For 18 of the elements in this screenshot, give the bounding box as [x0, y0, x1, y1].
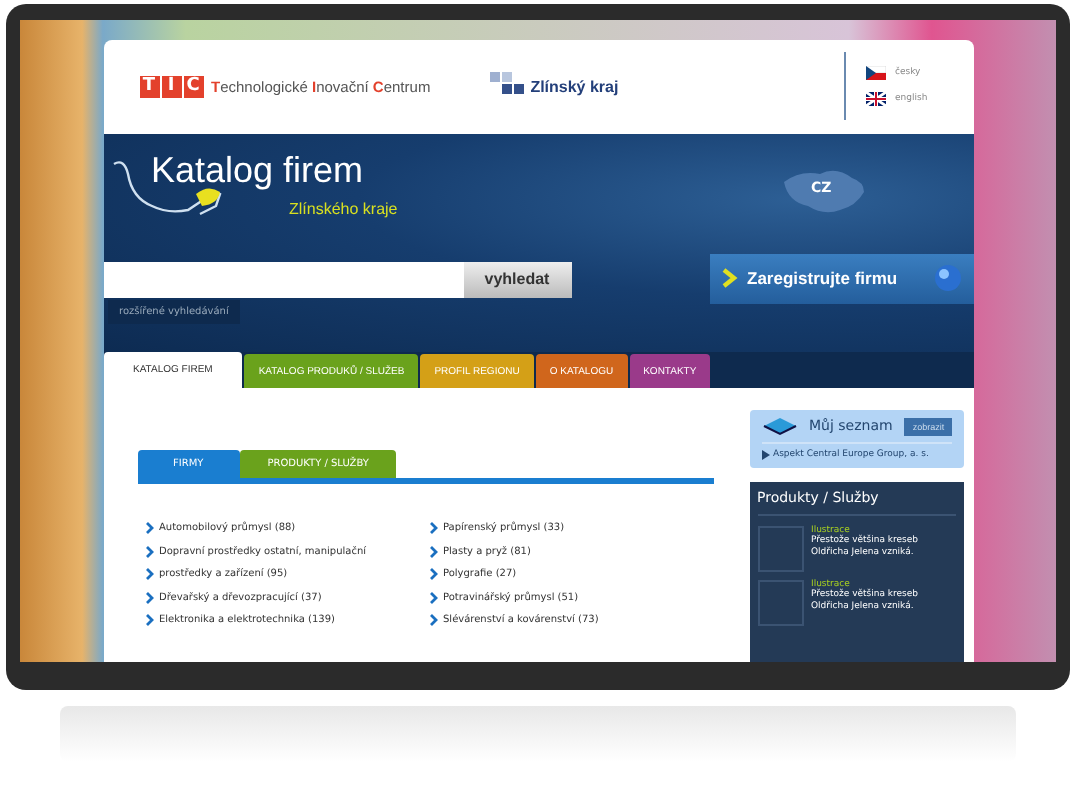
globe-icon	[933, 264, 961, 293]
logo-letter: T	[139, 75, 159, 98]
thumbnail-placeholder	[757, 580, 803, 626]
logo-letter: I	[161, 75, 181, 98]
banner-subtitle: Zlínského kraje	[289, 199, 398, 218]
search-field[interactable]	[103, 261, 463, 298]
flag-icon	[865, 92, 885, 107]
triangle-icon	[761, 450, 769, 460]
search-button[interactable]: vyhledat	[463, 261, 571, 298]
banner-title: Katalog firem	[151, 149, 364, 192]
region-name: Zlínský kraj	[530, 77, 619, 96]
chevron-icon	[721, 268, 737, 289]
country-map-drawing	[779, 165, 867, 218]
flag-icon	[865, 66, 885, 81]
book-icon	[761, 416, 797, 436]
thumbnail-placeholder	[757, 526, 803, 572]
logo-letter: C	[183, 75, 203, 98]
register-button[interactable]: Zaregistrujte firmu	[709, 253, 973, 304]
